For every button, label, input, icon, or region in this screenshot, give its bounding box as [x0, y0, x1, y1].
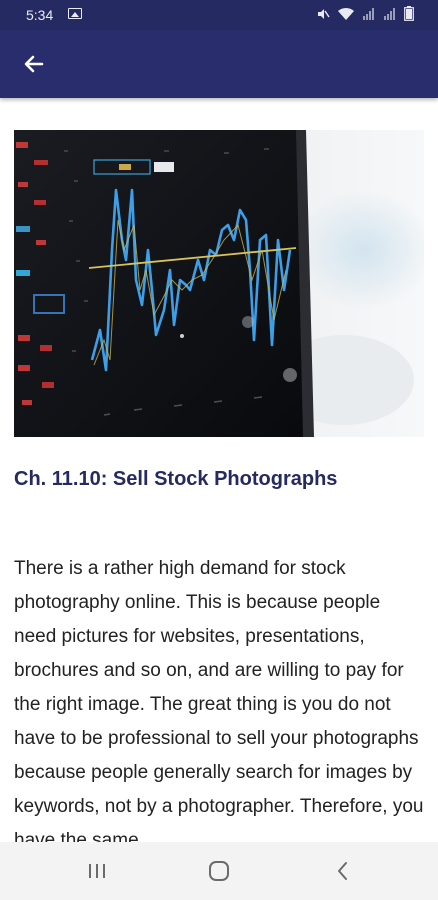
back-arrow-icon: [24, 55, 44, 73]
status-bar: 5:34: [0, 0, 438, 30]
app-bar: [0, 30, 438, 98]
hero-image: [14, 130, 424, 437]
system-back-button[interactable]: [328, 857, 358, 885]
mute-icon: [318, 8, 330, 19]
status-time: 5:34: [26, 7, 54, 23]
signal-icon: [363, 7, 374, 20]
wifi-icon: [338, 7, 354, 20]
recents-icon: [89, 864, 105, 878]
back-button[interactable]: [20, 50, 48, 78]
home-button[interactable]: [204, 857, 234, 885]
back-icon: [338, 862, 347, 880]
home-icon: [209, 861, 229, 881]
chapter-title: Ch. 11.10: Sell Stock Photographs: [14, 468, 338, 490]
battery-icon: [404, 6, 414, 21]
stock-chart-image: [14, 130, 424, 437]
recents-button[interactable]: [82, 857, 112, 885]
status-icons: [316, 6, 414, 21]
gallery-icon: [68, 8, 82, 19]
navigation-bar: [0, 842, 438, 900]
signal-icon: [384, 7, 395, 20]
article-body: There is a rather high demand for stock …: [14, 558, 424, 842]
